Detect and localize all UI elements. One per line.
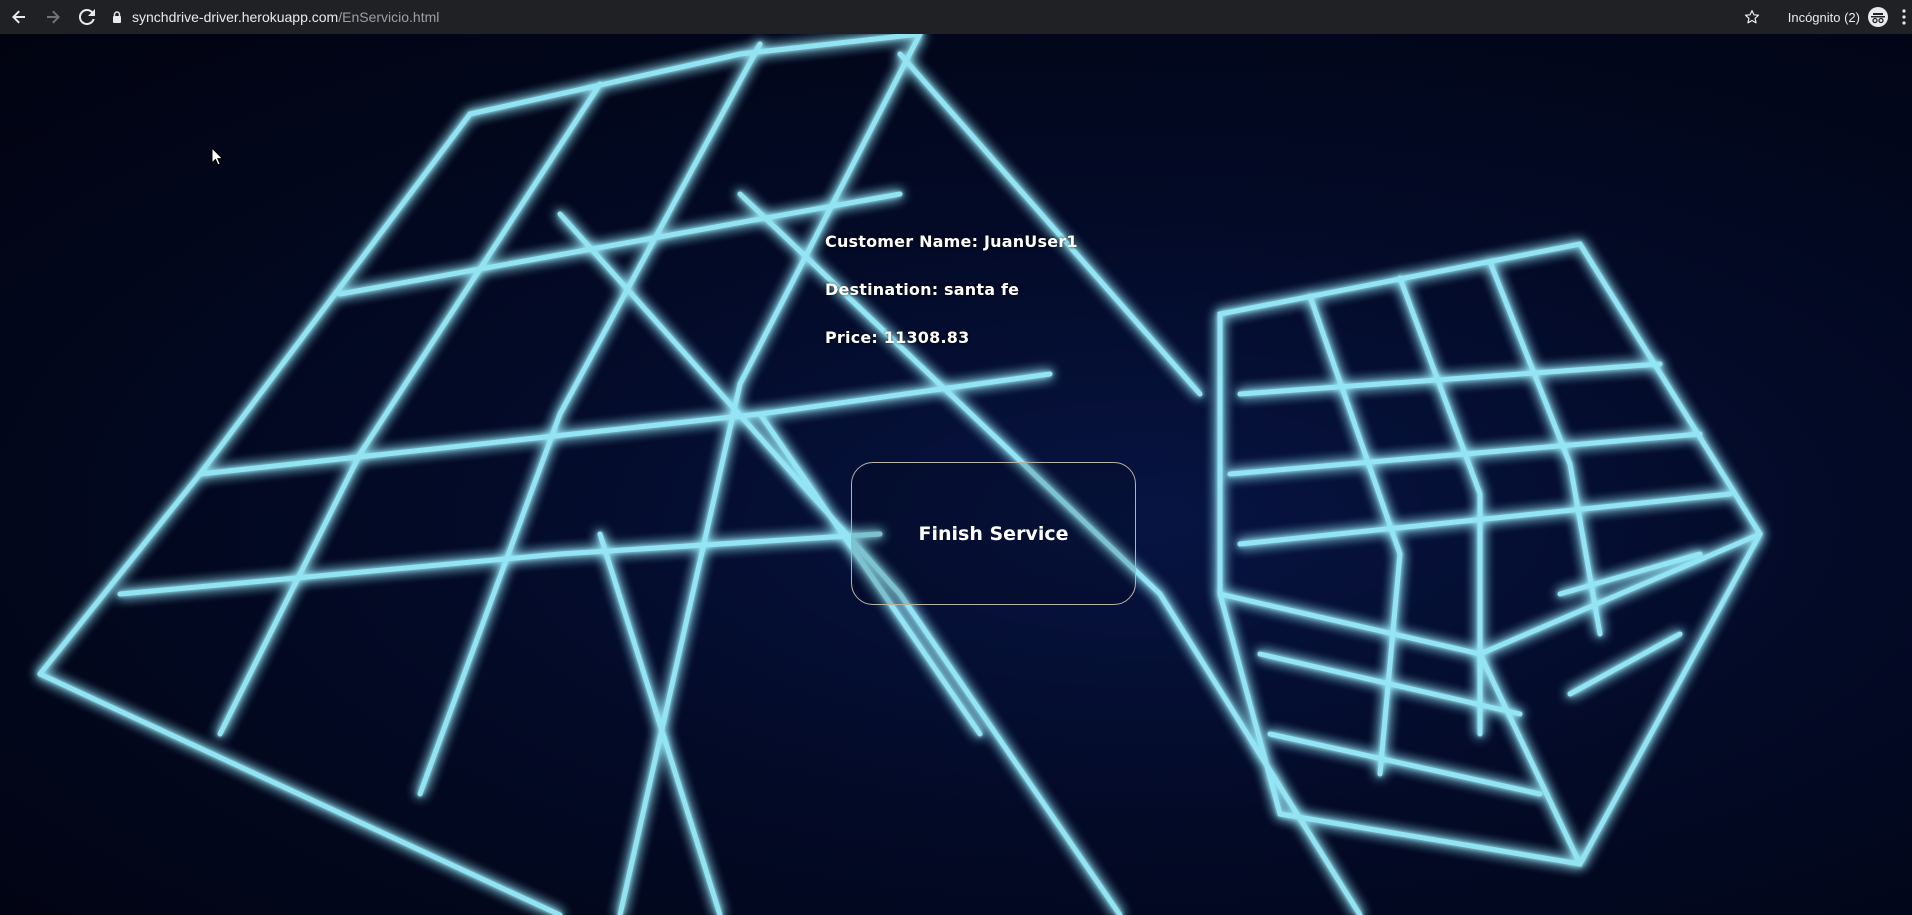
price-text: Price: 11308.83	[825, 328, 970, 347]
forward-arrow-icon	[47, 10, 60, 24]
forward-button[interactable]	[38, 2, 68, 32]
incognito-icon[interactable]	[1868, 7, 1888, 27]
url-path: /EnServicio.html	[338, 9, 440, 25]
address-bar[interactable]: synchdrive-driver.herokuapp.com/EnServic…	[112, 0, 1744, 34]
reload-icon	[79, 9, 95, 25]
browser-toolbar: synchdrive-driver.herokuapp.com/EnServic…	[0, 0, 1912, 34]
back-arrow-icon	[12, 10, 25, 24]
star-icon[interactable]	[1744, 9, 1760, 25]
mouse-cursor-icon	[211, 147, 224, 166]
finish-service-button[interactable]: Finish Service	[851, 462, 1136, 605]
service-info: Customer Name: JuanUser1 Destination: sa…	[825, 232, 1078, 376]
lock-icon	[112, 11, 122, 23]
kebab-menu-icon[interactable]	[1902, 9, 1906, 25]
customer-name-text: Customer Name: JuanUser1	[825, 232, 1078, 251]
page-viewport: Customer Name: JuanUser1 Destination: sa…	[0, 34, 1912, 915]
back-button[interactable]	[4, 2, 34, 32]
incognito-label[interactable]: Incógnito (2)	[1788, 10, 1860, 25]
destination-text: Destination: santa fe	[825, 280, 1020, 299]
reload-button[interactable]	[72, 2, 102, 32]
url-host: synchdrive-driver.herokuapp.com	[132, 9, 339, 25]
